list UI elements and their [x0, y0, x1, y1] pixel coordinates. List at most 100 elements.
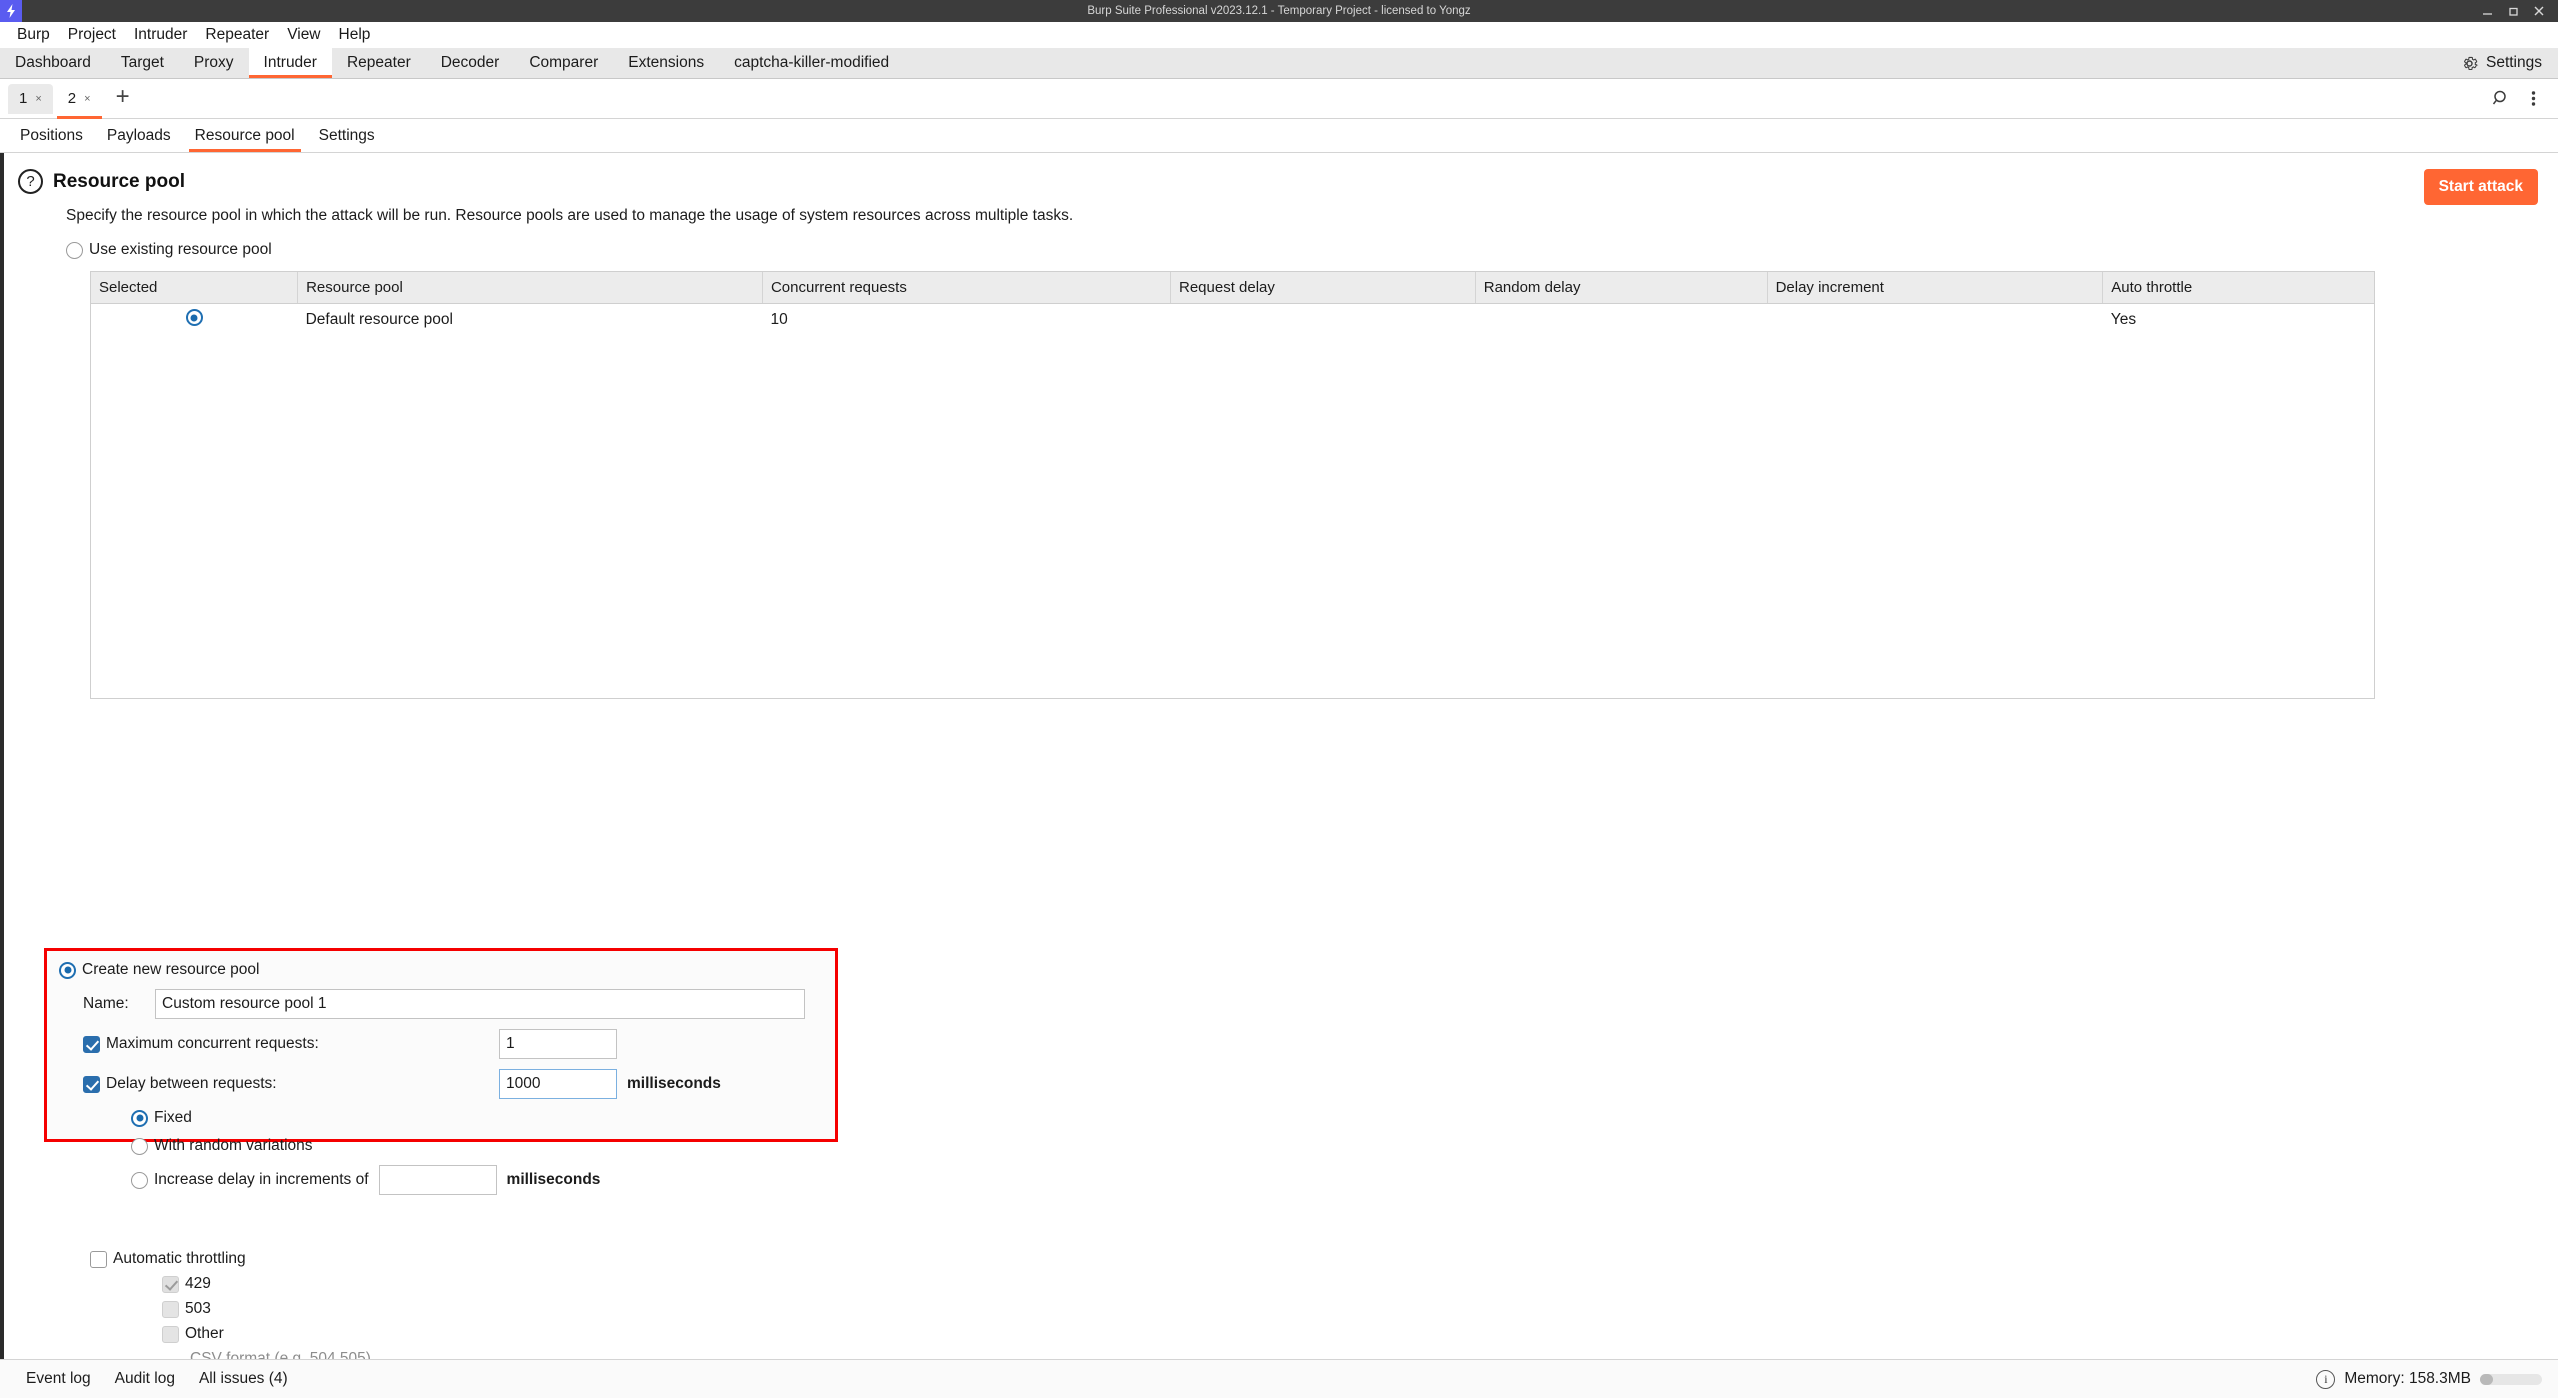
delay-mode-fixed-label: Fixed	[154, 1109, 192, 1126]
col-request-delay[interactable]: Request delay	[1170, 272, 1476, 304]
delay-mode-random-radio[interactable]	[131, 1137, 148, 1155]
throttle-429-label: 429	[185, 1275, 211, 1292]
tab-proxy[interactable]: Proxy	[179, 48, 249, 78]
max-concurrent-checkbox[interactable]	[83, 1035, 100, 1053]
tab-comparer[interactable]: Comparer	[514, 48, 613, 78]
tab-dashboard[interactable]: Dashboard	[0, 48, 106, 78]
row-concurrent-requests: 10	[770, 311, 788, 329]
attack-tab-actions	[2488, 86, 2558, 112]
attack-tab-1-close-icon[interactable]: ×	[35, 93, 41, 105]
col-delay-increment[interactable]: Delay increment	[1767, 272, 2104, 304]
col-concurrent-requests[interactable]: Concurrent requests	[762, 272, 1172, 304]
settings-button[interactable]: Settings	[2450, 48, 2558, 78]
menu-burp[interactable]: Burp	[8, 25, 59, 45]
automatic-throttling-label: Automatic throttling	[113, 1250, 246, 1267]
delay-mode-increment-radio[interactable]	[131, 1171, 148, 1189]
row-select-radio[interactable]	[185, 309, 203, 327]
tab-target[interactable]: Target	[106, 48, 179, 78]
table-row[interactable]: Default resource pool 10 Yes	[91, 303, 2374, 337]
max-concurrent-label: Maximum concurrent requests:	[106, 1035, 319, 1052]
automatic-throttling-checkbox[interactable]	[90, 1250, 107, 1268]
window-controls	[2474, 0, 2558, 22]
col-selected[interactable]: Selected	[91, 272, 299, 304]
tab-positions[interactable]: Positions	[8, 127, 95, 152]
settings-label: Settings	[2485, 54, 2542, 71]
panel-left-edge	[0, 153, 4, 1359]
tab-intruder-settings[interactable]: Settings	[307, 127, 387, 152]
throttle-503-checkbox	[162, 1300, 179, 1318]
create-new-pool-option[interactable]: Create new resource pool	[59, 961, 835, 979]
minimize-icon[interactable]	[2474, 0, 2500, 22]
row-selected-cell[interactable]	[91, 303, 298, 337]
add-attack-tab-button[interactable]: +	[106, 85, 140, 109]
maximize-icon[interactable]	[2500, 0, 2526, 22]
start-attack-button[interactable]: Start attack	[2423, 169, 2538, 205]
overflow-menu-icon[interactable]	[2520, 86, 2546, 112]
menu-repeater[interactable]: Repeater	[196, 25, 278, 45]
row-random-delay	[1475, 303, 1767, 337]
intruder-inner-tab-bar: Positions Payloads Resource pool Setting…	[0, 119, 2558, 153]
attack-tab-2[interactable]: 2 ×	[56, 83, 102, 119]
delay-mode-random-option[interactable]: With random variations	[59, 1137, 835, 1155]
tab-intruder[interactable]: Intruder	[248, 48, 333, 78]
tab-repeater[interactable]: Repeater	[332, 48, 426, 78]
memory-progress-bar	[2480, 1373, 2542, 1385]
resource-pool-table: Selected Resource pool Concurrent reques…	[90, 271, 2375, 699]
main-tab-bar: Dashboard Target Proxy Intruder Repeater…	[0, 48, 2558, 79]
tab-payloads[interactable]: Payloads	[95, 127, 183, 152]
throttle-other-checkbox	[162, 1325, 179, 1343]
attack-tab-1-label: 1	[19, 90, 28, 107]
status-all-issues[interactable]: All issues (4)	[187, 1370, 300, 1388]
throttle-option-429[interactable]: 429	[90, 1275, 624, 1293]
create-new-pool-section: Create new resource pool Name: Maximum c…	[44, 948, 838, 1195]
throttle-503-label: 503	[185, 1300, 211, 1317]
attack-tab-1[interactable]: 1 ×	[8, 83, 53, 114]
use-existing-pool-radio[interactable]	[66, 241, 83, 259]
menu-project[interactable]: Project	[59, 25, 125, 45]
attack-tab-bar: 1 × 2 × +	[0, 79, 2558, 119]
delay-between-checkbox[interactable]	[83, 1075, 100, 1093]
delay-between-row: Delay between requests: milliseconds	[59, 1069, 835, 1099]
gear-icon	[2460, 54, 2479, 73]
page-title: Resource pool	[53, 170, 185, 192]
tab-decoder[interactable]: Decoder	[426, 48, 515, 78]
throttle-option-503[interactable]: 503	[90, 1300, 624, 1318]
automatic-throttling-option[interactable]: Automatic throttling	[90, 1250, 624, 1268]
delay-mode-increment-option[interactable]: Increase delay in increments of millisec…	[59, 1165, 835, 1195]
help-icon[interactable]: ?	[18, 169, 43, 194]
tab-extensions[interactable]: Extensions	[613, 48, 719, 78]
menu-help[interactable]: Help	[330, 25, 380, 45]
automatic-throttling-section: Automatic throttling 429 503 Other CSV f…	[90, 1250, 624, 1359]
burp-logo-icon	[0, 0, 22, 22]
row-resource-pool: Default resource pool	[305, 311, 453, 329]
menu-intruder[interactable]: Intruder	[125, 25, 196, 45]
use-existing-pool-label: Use existing resource pool	[89, 241, 272, 258]
create-new-pool-radio[interactable]	[59, 961, 76, 979]
resource-pool-panel: ? Resource pool Start attack Specify the…	[0, 153, 2558, 1359]
tab-resource-pool[interactable]: Resource pool	[183, 127, 307, 152]
window-titlebar: Burp Suite Professional v2023.12.1 - Tem…	[0, 0, 2558, 22]
pool-name-row: Name:	[59, 989, 835, 1019]
status-audit-log[interactable]: Audit log	[103, 1370, 187, 1388]
pool-name-input[interactable]	[155, 989, 805, 1019]
menu-view[interactable]: View	[278, 25, 329, 45]
col-random-delay[interactable]: Random delay	[1475, 272, 1768, 304]
delay-increment-input[interactable]	[378, 1165, 497, 1195]
use-existing-pool-option[interactable]: Use existing resource pool	[0, 241, 2558, 259]
delay-mode-random-label: With random variations	[154, 1137, 313, 1154]
col-resource-pool[interactable]: Resource pool	[297, 272, 763, 304]
col-auto-throttle[interactable]: Auto throttle	[2102, 272, 2374, 304]
info-icon: i	[2316, 1369, 2336, 1389]
memory-indicator[interactable]: i Memory: 158.3MB	[2316, 1369, 2558, 1389]
close-icon[interactable]	[2526, 0, 2552, 22]
csv-format-hint: CSV format (e.g. 504,505)	[190, 1350, 371, 1359]
max-concurrent-input[interactable]	[499, 1029, 617, 1059]
status-event-log[interactable]: Event log	[14, 1370, 103, 1388]
tab-captcha-killer-modified[interactable]: captcha-killer-modified	[719, 48, 904, 78]
delay-mode-fixed-option[interactable]: Fixed	[59, 1109, 835, 1127]
attack-tab-2-close-icon[interactable]: ×	[84, 93, 90, 105]
delay-mode-fixed-radio[interactable]	[131, 1109, 148, 1127]
throttle-option-other[interactable]: Other	[90, 1325, 624, 1343]
search-icon[interactable]	[2488, 86, 2514, 112]
delay-between-input[interactable]	[499, 1069, 617, 1099]
